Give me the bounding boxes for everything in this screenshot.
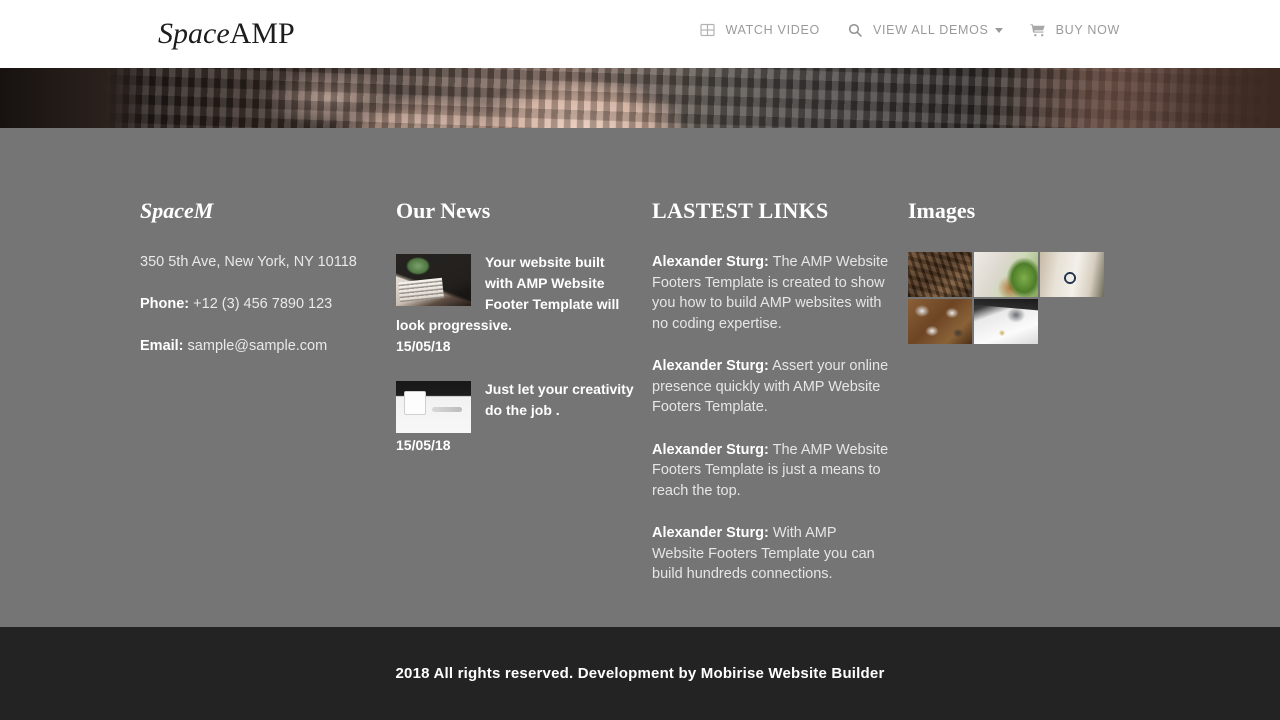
- news-thumbnail-image[interactable]: [396, 381, 471, 433]
- gallery-thumbnail[interactable]: [1040, 252, 1104, 297]
- copyright-text: 2018 All rights reserved. Development by…: [395, 665, 885, 682]
- link-item[interactable]: Alexander Sturg: The AMP Website Footers…: [652, 252, 892, 334]
- about-email: Email: sample@sample.com: [140, 336, 380, 356]
- nav-item-buy-now[interactable]: BUY NOW: [1029, 22, 1120, 38]
- about-email-value[interactable]: sample@sample.com: [188, 338, 328, 354]
- link-item[interactable]: Alexander Sturg: The AMP Website Footers…: [652, 440, 892, 502]
- gallery-thumbnail[interactable]: [908, 252, 972, 297]
- brand-logo-italic: Space: [158, 17, 230, 50]
- about-phone: Phone: +12 (3) 456 7890 123: [140, 294, 380, 314]
- about-phone-label: Phone:: [140, 296, 190, 312]
- images-title: Images: [908, 198, 976, 223]
- footer-column-links: Lastest Links Alexander Sturg: The AMP W…: [652, 198, 908, 585]
- footer-main: SpaceM 350 5th Ave, New York, NY 10118 P…: [0, 128, 1280, 627]
- news-thumbnail-image[interactable]: [396, 254, 471, 306]
- about-phone-value: +12 (3) 456 7890 123: [193, 296, 333, 312]
- link-item-author: Alexander Sturg:: [652, 525, 769, 541]
- gallery-thumbnail[interactable]: [974, 299, 1038, 344]
- cart-icon: [1029, 22, 1047, 38]
- gallery-thumbnail[interactable]: [908, 299, 972, 344]
- link-item[interactable]: Alexander Sturg: Assert your online pres…: [652, 356, 892, 418]
- link-item[interactable]: Alexander Sturg: With AMP Website Footer…: [652, 523, 892, 585]
- gallery-thumbnail[interactable]: [1040, 299, 1104, 344]
- link-item-author: Alexander Sturg:: [652, 358, 769, 374]
- search-icon: [846, 22, 864, 38]
- footer-bottom-bar: 2018 All rights reserved. Development by…: [0, 627, 1280, 720]
- footer-column-images: Images: [908, 198, 1140, 585]
- nav-item-watch-video[interactable]: WATCH VIDEO: [698, 22, 820, 38]
- nav-item-watch-video-label: WATCH VIDEO: [725, 23, 820, 37]
- chevron-down-icon: [994, 27, 1003, 33]
- hero-laptop-typing-image: [0, 68, 1280, 128]
- hero-image-strip: [0, 68, 1280, 128]
- nav-item-buy-now-label: BUY NOW: [1055, 23, 1120, 37]
- brand-logo-regular: AMP: [229, 17, 295, 50]
- news-item[interactable]: Just let your creativity do the job . 15…: [396, 379, 636, 456]
- footer-column-about: SpaceM 350 5th Ave, New York, NY 10118 P…: [140, 198, 396, 585]
- news-item-date: 15/05/18: [396, 437, 451, 453]
- about-address: 350 5th Ave, New York, NY 10118: [140, 254, 357, 270]
- news-item-date: 15/05/18: [396, 338, 451, 354]
- hero-right-shade: [1160, 68, 1280, 128]
- gallery-thumbnail[interactable]: [974, 252, 1038, 297]
- about-email-label: Email:: [140, 338, 184, 354]
- nav-item-view-all-demos[interactable]: VIEW ALL DEMOS: [846, 22, 1003, 38]
- site-header: SpaceAMP WATCH VIDEO VIEW ALL DEMOS BUY …: [0, 0, 1280, 68]
- link-item-author: Alexander Sturg:: [652, 254, 769, 270]
- footer-column-news: Our News Your website built with AMP Web…: [396, 198, 652, 585]
- news-title: Our News: [396, 198, 491, 223]
- main-navigation: WATCH VIDEO VIEW ALL DEMOS BUY NOW: [698, 22, 1120, 38]
- video-film-icon: [698, 22, 716, 38]
- nav-item-view-all-demos-label: VIEW ALL DEMOS: [872, 23, 989, 37]
- hero-left-shade: [0, 68, 150, 128]
- footer-columns: SpaceM 350 5th Ave, New York, NY 10118 P…: [140, 128, 1140, 585]
- links-title: Lastest Links: [652, 198, 829, 223]
- link-item-author: Alexander Sturg:: [652, 441, 769, 458]
- about-title: SpaceM: [140, 198, 214, 223]
- image-gallery-grid: [908, 252, 1140, 344]
- brand-logo[interactable]: SpaceAMP: [158, 16, 295, 52]
- news-item[interactable]: Your website built with AMP Website Foot…: [396, 252, 636, 357]
